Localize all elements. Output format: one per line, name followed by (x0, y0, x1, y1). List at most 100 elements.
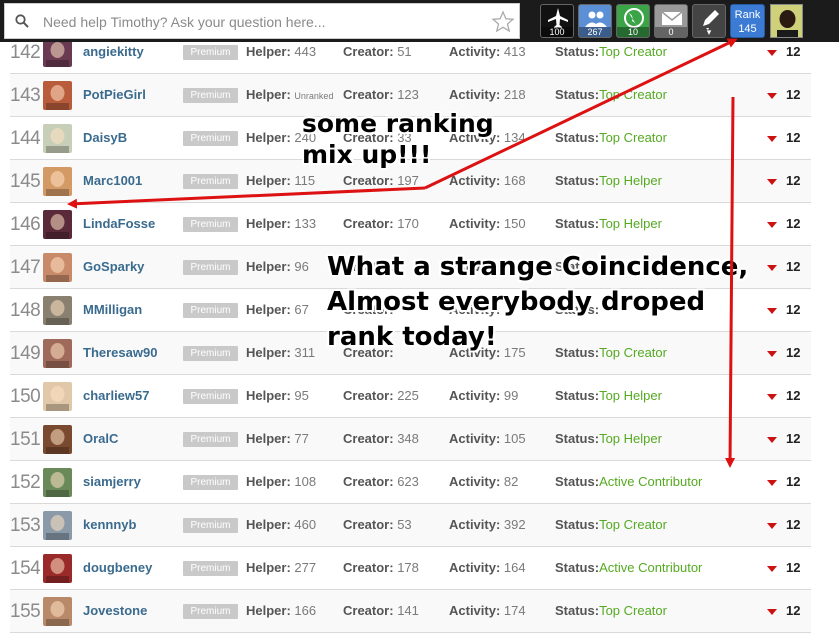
status-value: Top Creator (599, 87, 667, 102)
toolbar-button-people[interactable]: 267 (578, 4, 612, 38)
activity-value: 218 (503, 87, 526, 102)
score-value: 12 (786, 44, 801, 59)
username-link[interactable]: GoSparky (83, 259, 144, 274)
username-link[interactable]: PotPieGirl (83, 87, 146, 102)
activity-label: Activity: (449, 173, 501, 188)
helper-stat: Helper: 96 (246, 259, 309, 274)
helper-value: 311 (294, 345, 316, 360)
score-value: 12 (786, 603, 801, 618)
helper-stat: Helper: 108 (246, 474, 316, 489)
creator-label: Creator: (343, 216, 394, 231)
helper-label: Helper: (246, 302, 291, 317)
caret-down-icon[interactable] (767, 50, 777, 56)
creator-value: 197 (397, 173, 419, 188)
activity-label: Activity: (449, 560, 501, 575)
username-link[interactable]: kennnyb (83, 517, 136, 532)
toolbar-button-count: 267 (579, 27, 611, 37)
activity-stat: Activity: 82 (449, 474, 518, 489)
premium-badge: Premium (183, 475, 238, 490)
user-photo[interactable] (43, 468, 72, 497)
creator-value: 51 (397, 44, 412, 59)
search-box[interactable] (4, 3, 520, 39)
score-value: 12 (786, 173, 801, 188)
activity-stat: Activity: 105 (449, 431, 526, 446)
creator-stat: Creator: 123 (343, 87, 419, 102)
username-link[interactable]: siamjerry (83, 474, 141, 489)
toolbar-button-mail[interactable]: 0 (654, 4, 688, 38)
caret-down-icon[interactable] (767, 523, 777, 529)
rank-button[interactable]: Rank 145 (730, 4, 765, 38)
caret-down-icon[interactable] (767, 480, 777, 486)
toolbar-button-pencil[interactable]: ▾ (692, 4, 726, 38)
star-icon[interactable] (491, 10, 515, 34)
user-photo[interactable] (43, 382, 72, 411)
user-photo[interactable] (43, 210, 72, 239)
activity-label: Activity: (449, 474, 501, 489)
helper-value: 115 (294, 173, 316, 188)
username-link[interactable]: MMilligan (83, 302, 142, 317)
username-link[interactable]: LindaFosse (83, 216, 155, 231)
rank-number: 144 (10, 128, 41, 149)
caret-down-icon[interactable] (767, 222, 777, 228)
activity-stat: Activity: 413 (449, 44, 526, 59)
user-photo[interactable] (43, 167, 72, 196)
user-photo[interactable] (43, 339, 72, 368)
caret-down-icon[interactable] (767, 609, 777, 615)
user-photo[interactable] (43, 597, 72, 626)
avatar-photo-icon (46, 429, 69, 454)
user-photo[interactable] (43, 124, 72, 153)
user-photo[interactable] (43, 81, 72, 110)
user-photo[interactable] (43, 425, 72, 454)
avatar-photo-icon (46, 214, 69, 239)
user-photo[interactable] (43, 511, 72, 540)
caret-down-icon[interactable] (767, 179, 777, 185)
user-photo[interactable] (43, 296, 72, 325)
activity-value: 174 (503, 603, 526, 618)
caret-down-icon[interactable] (767, 566, 777, 572)
activity-stat: Activity: 392 (449, 517, 526, 532)
status-stat: Status:Top Helper (555, 431, 662, 446)
creator-label: Creator: (343, 388, 394, 403)
activity-value: 150 (503, 216, 526, 231)
search-input[interactable] (43, 10, 473, 34)
status-label: Status: (555, 130, 600, 145)
caret-down-icon[interactable] (767, 136, 777, 142)
status-stat: Status:Active Contributor (555, 560, 702, 575)
avatar-photo-icon (46, 171, 69, 196)
username-link[interactable]: charliew57 (83, 388, 150, 403)
rank-number: 153 (10, 515, 41, 536)
caret-down-icon[interactable] (767, 265, 777, 271)
user-photo[interactable] (43, 554, 72, 583)
username-link[interactable]: angiekitty (83, 44, 144, 59)
username-link[interactable]: OralC (83, 431, 118, 446)
top-bar: 100267100▾ Rank 145 (0, 0, 839, 42)
caret-down-icon[interactable] (767, 308, 777, 314)
caret-down-icon[interactable] (767, 93, 777, 99)
username-link[interactable]: Marc1001 (83, 173, 142, 188)
helper-stat: Helper: Unranked (246, 87, 333, 102)
premium-badge: Premium (183, 561, 238, 576)
premium-badge: Premium (183, 432, 238, 447)
caret-down-icon[interactable] (767, 394, 777, 400)
status-value: Top Helper (599, 431, 662, 446)
status-label: Status: (555, 517, 600, 532)
user-avatar[interactable] (770, 4, 803, 38)
username-link[interactable]: Theresaw90 (83, 345, 157, 360)
toolbar-button-airplane[interactable]: 100 (540, 4, 574, 38)
activity-value: 134 (503, 130, 526, 145)
username-link[interactable]: DaisyB (83, 130, 127, 145)
toolbar-button-globe[interactable]: 10 (616, 4, 650, 38)
helper-value: 108 (294, 474, 317, 489)
caret-down-icon[interactable] (767, 351, 777, 357)
avatar-photo-icon (46, 601, 69, 626)
premium-badge: Premium (183, 389, 238, 404)
score-value: 12 (786, 517, 801, 532)
user-photo[interactable] (43, 253, 72, 282)
username-link[interactable]: Jovestone (83, 603, 147, 618)
rank-number: 142 (10, 42, 41, 63)
user-photo[interactable] (43, 38, 72, 67)
helper-label: Helper: (246, 474, 291, 489)
rank-number: 151 (10, 429, 41, 450)
username-link[interactable]: dougbeney (83, 560, 152, 575)
caret-down-icon[interactable] (767, 437, 777, 443)
